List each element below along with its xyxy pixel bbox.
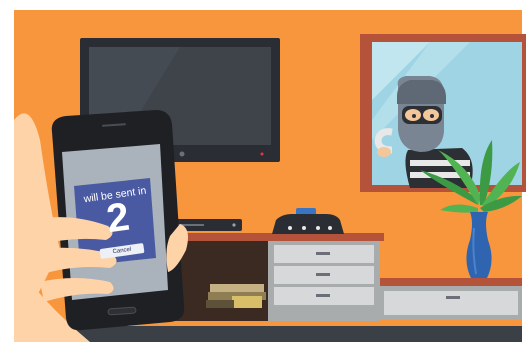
tv-stand-top — [160, 233, 384, 241]
books — [206, 284, 266, 308]
illustration — [14, 10, 526, 342]
countdown-seconds: 2 — [103, 194, 133, 242]
low-cabinet-top — [380, 278, 522, 286]
window — [360, 34, 526, 192]
low-cabinet — [380, 286, 522, 320]
tv-stand — [160, 241, 380, 321]
scene: will be sent in 2 Cancel — [0, 0, 531, 342]
